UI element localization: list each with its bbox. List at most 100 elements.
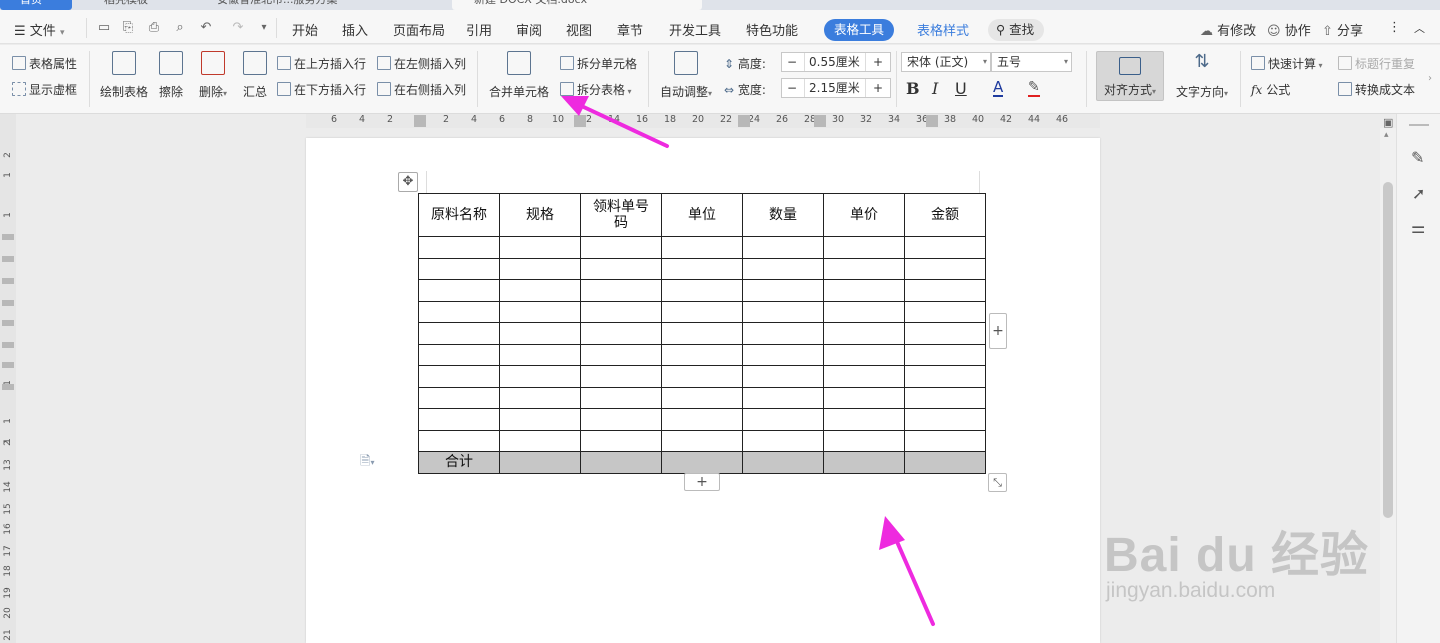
table-cell[interactable] bbox=[499, 386, 581, 409]
table-header-cell[interactable]: 原料名称 bbox=[418, 193, 500, 237]
col-width-value[interactable]: 2.15厘米 bbox=[804, 79, 866, 97]
table-cell[interactable] bbox=[661, 236, 743, 259]
table-cell[interactable] bbox=[661, 300, 743, 323]
edit-pen-icon[interactable]: ✎ bbox=[1411, 148, 1424, 167]
table-cell[interactable] bbox=[742, 451, 824, 474]
menu-start[interactable]: 开始 bbox=[292, 20, 318, 39]
table-cell[interactable] bbox=[823, 408, 905, 431]
print-icon[interactable]: ⎙ bbox=[146, 20, 162, 36]
table-cell[interactable] bbox=[742, 279, 824, 302]
table-cell[interactable] bbox=[904, 365, 986, 388]
table-header-cell[interactable]: 单价 bbox=[823, 193, 905, 237]
scroll-up-icon[interactable]: ▴ bbox=[1384, 130, 1389, 140]
merge-cells-button[interactable]: 合并单元格 bbox=[488, 51, 550, 100]
table-cell[interactable] bbox=[904, 279, 986, 302]
table-header-cell[interactable]: 单位 bbox=[661, 193, 743, 237]
quick-calc-button[interactable]: 快速计算 ▾ bbox=[1251, 55, 1323, 72]
file-menu[interactable]: ☰ 文件 ▾ bbox=[14, 20, 64, 39]
table-cell[interactable] bbox=[742, 408, 824, 431]
table-cell[interactable] bbox=[742, 322, 824, 345]
insert-row-above-button[interactable]: 在上方插入行 bbox=[277, 55, 366, 72]
font-name-select[interactable]: 宋体 (正文) ▾ bbox=[901, 52, 991, 72]
column-marker[interactable] bbox=[814, 115, 826, 127]
table-cell[interactable] bbox=[418, 343, 500, 366]
tab-document-1[interactable]: 安徽省淮北市...服务方案 bbox=[195, 0, 445, 10]
customize-dropdown-icon[interactable]: ▾ bbox=[256, 20, 272, 36]
table-cell[interactable] bbox=[580, 386, 662, 409]
share-button[interactable]: ⇧ 分享 bbox=[1322, 20, 1363, 39]
table-cell[interactable] bbox=[823, 236, 905, 259]
row-marker[interactable] bbox=[2, 320, 14, 326]
table-resize-handle-icon[interactable]: ⤡ bbox=[988, 473, 1007, 492]
table-cell[interactable] bbox=[742, 386, 824, 409]
panel-toggle-icon[interactable]: ▣ bbox=[1383, 116, 1393, 129]
table-cell[interactable] bbox=[418, 257, 500, 280]
table-cell[interactable] bbox=[661, 322, 743, 345]
menu-review[interactable]: 审阅 bbox=[516, 20, 542, 39]
font-size-select[interactable]: 五号 ▾ bbox=[991, 52, 1072, 72]
table-cell[interactable] bbox=[499, 365, 581, 388]
undo-icon[interactable]: ↶ bbox=[198, 20, 214, 36]
print-preview-icon[interactable]: ⌕ bbox=[172, 20, 188, 36]
table-cell[interactable] bbox=[742, 365, 824, 388]
table-cell[interactable] bbox=[904, 386, 986, 409]
row-height-stepper[interactable]: − 0.55厘米 + bbox=[781, 52, 891, 72]
menu-view[interactable]: 视图 bbox=[566, 20, 592, 39]
table-cell[interactable] bbox=[823, 386, 905, 409]
table-cell[interactable] bbox=[661, 386, 743, 409]
table-cell[interactable] bbox=[904, 408, 986, 431]
more-options-icon[interactable]: ⋮ bbox=[1388, 20, 1401, 35]
italic-button[interactable]: I bbox=[932, 79, 938, 98]
table-cell[interactable] bbox=[742, 257, 824, 280]
table-cell[interactable] bbox=[499, 236, 581, 259]
table-cell[interactable] bbox=[580, 236, 662, 259]
menu-developer[interactable]: 开发工具 bbox=[669, 20, 721, 39]
table-header-cell[interactable]: 领料单号码 bbox=[580, 193, 662, 237]
table-cell[interactable] bbox=[580, 408, 662, 431]
table-cell[interactable] bbox=[742, 343, 824, 366]
insert-col-right-button[interactable]: 在右侧插入列 bbox=[377, 81, 466, 98]
table-cell[interactable] bbox=[823, 365, 905, 388]
table-cell[interactable] bbox=[499, 343, 581, 366]
column-marker[interactable] bbox=[414, 115, 426, 127]
add-row-button[interactable]: + bbox=[684, 473, 720, 491]
column-marker[interactable] bbox=[926, 115, 938, 127]
collaborate-button[interactable]: ☺ 协作 bbox=[1267, 20, 1311, 39]
collapse-ribbon-icon[interactable]: ︿ bbox=[1414, 20, 1425, 36]
table-cell[interactable] bbox=[580, 279, 662, 302]
table-cell[interactable] bbox=[580, 343, 662, 366]
export-pdf-icon[interactable]: ⎘ bbox=[120, 20, 136, 36]
table-cell[interactable] bbox=[823, 343, 905, 366]
redo-icon[interactable]: ↷ bbox=[230, 20, 246, 36]
table-properties-button[interactable]: 表格属性 bbox=[12, 55, 77, 72]
decrement-icon[interactable]: − bbox=[787, 53, 797, 71]
col-width-stepper[interactable]: − 2.15厘米 + bbox=[781, 78, 891, 98]
delete-button[interactable]: 删除▾ bbox=[196, 51, 230, 100]
settings-sliders-icon[interactable]: ⚌ bbox=[1411, 218, 1425, 237]
tab-home[interactable]: 首页 bbox=[0, 0, 72, 10]
insert-row-below-button[interactable]: 在下方插入行 bbox=[277, 81, 366, 98]
table-cell[interactable] bbox=[418, 279, 500, 302]
table-cell[interactable] bbox=[823, 322, 905, 345]
cursor-select-icon[interactable]: ➚ bbox=[1412, 184, 1425, 203]
table-cell[interactable] bbox=[904, 343, 986, 366]
tab-document-active[interactable]: 新建 DOCX 文档.docx bbox=[452, 0, 702, 10]
table-header-cell[interactable]: 金额 bbox=[904, 193, 986, 237]
ribbon-scroll-right-icon[interactable]: › bbox=[1428, 73, 1432, 84]
table-cell[interactable] bbox=[823, 451, 905, 474]
table-cell[interactable] bbox=[499, 429, 581, 452]
row-marker[interactable] bbox=[2, 234, 14, 240]
draw-table-button[interactable]: 绘制表格 bbox=[99, 51, 149, 100]
summary-button[interactable]: 汇总 bbox=[240, 51, 270, 100]
table-cell[interactable] bbox=[661, 257, 743, 280]
menu-page-layout[interactable]: 页面布局 bbox=[393, 20, 445, 39]
row-marker[interactable] bbox=[2, 342, 14, 348]
text-direction-button[interactable]: ⇅ 文字方向▾ bbox=[1172, 51, 1232, 100]
table-cell[interactable] bbox=[661, 408, 743, 431]
font-color-button[interactable]: A bbox=[993, 79, 1004, 97]
search-button[interactable]: ⚲ 查找 bbox=[988, 19, 1045, 41]
vertical-scrollbar[interactable]: ▴ bbox=[1380, 128, 1396, 643]
row-marker[interactable] bbox=[2, 362, 14, 368]
table-cell[interactable] bbox=[823, 300, 905, 323]
highlight-icon[interactable]: ✎ bbox=[1028, 79, 1040, 97]
